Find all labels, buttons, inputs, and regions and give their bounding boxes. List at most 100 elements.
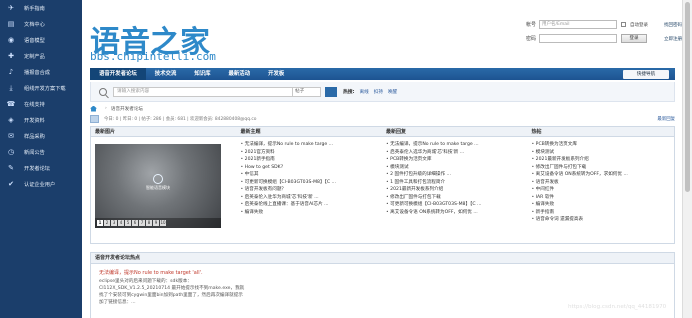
list-item[interactable]: 离艾设备令语 ON系统转为OFF，如何优 ... xyxy=(386,209,528,217)
account-input[interactable]: 用户名/Email xyxy=(539,20,617,29)
latest-image-slide[interactable]: 智能语音模块 1 2 3 4 5 6 7 8 9 10 xyxy=(95,144,221,228)
hot-search-link[interactable]: 扣持 xyxy=(374,89,383,95)
thread-title-link[interactable]: 无法编译，提示No rule to make target 'all'. xyxy=(91,264,674,278)
list-item[interactable]: 语音开发板 xyxy=(532,179,675,187)
pager-item[interactable]: 8 xyxy=(146,220,152,226)
latest-replies-link[interactable]: 最新回复 xyxy=(657,116,675,122)
pager-item[interactable]: 3 xyxy=(111,220,117,226)
document-icon: ▤ xyxy=(7,20,15,28)
sidebar-item-dev-docs[interactable]: ◈ 开发资料 xyxy=(0,112,82,128)
list-item[interactable]: 可更新可换模组【CI-B03GT03S-M8】【C ... xyxy=(241,179,383,187)
list-item[interactable]: 离艾设备令语 ON系统转为OFF，求如何优 ... xyxy=(532,171,675,179)
latest-replies-list: 无法编译，提示No rule to make targe ... 启英泰伦入选华… xyxy=(382,137,528,243)
list-item[interactable]: 新手指南 xyxy=(532,209,675,217)
list-item[interactable]: 语音命令词 遗漏提高表 xyxy=(532,216,675,224)
pager-item[interactable]: 9 xyxy=(153,220,159,226)
tab-forum[interactable]: 语音开发者论坛 xyxy=(90,68,146,80)
register-link[interactable]: 立即注册 xyxy=(664,36,682,42)
sidebar-item-label: 新闻公告 xyxy=(24,149,45,156)
pager-item[interactable]: 10 xyxy=(160,220,166,226)
list-item[interactable]: 无法编译，提示No rule to make targe ... xyxy=(241,141,383,149)
list-item[interactable]: 启英泰伦入选华为商城'芯'科技'新 ... xyxy=(386,149,528,157)
account-label: 帐号 xyxy=(526,22,537,28)
hot-search-link[interactable]: 唤醒 xyxy=(388,89,397,95)
sidebar-item-news[interactable]: ◷ 新闻公告 xyxy=(0,144,82,160)
pager-item[interactable]: 5 xyxy=(125,220,131,226)
hot-search-label: 热搜: xyxy=(343,90,355,95)
pager-item[interactable]: 1 xyxy=(97,220,103,226)
tab-events[interactable]: 最新活动 xyxy=(220,68,260,80)
sidebar-item-custom[interactable]: ✚ 定制产品 xyxy=(0,48,82,64)
list-item[interactable]: 中信其 xyxy=(241,171,383,179)
sidebar-item-label: 开发资料 xyxy=(24,117,45,124)
main-content: 语音之家 bbs.chipintelli.com 帐号 用户名/Email 自动… xyxy=(82,0,682,318)
scrollbar-thumb[interactable] xyxy=(685,2,690,192)
home-icon[interactable] xyxy=(90,105,97,112)
list-item[interactable]: 2021官方资料 xyxy=(241,149,383,157)
list-item[interactable]: 修改出厂固件与打包下载 xyxy=(532,164,675,172)
quick-nav-button[interactable]: 快捷导航 xyxy=(623,69,669,79)
thread-excerpt-line: CI112X_SDK_V1.2.5_20210714 最开始提示找不到make.… xyxy=(99,286,245,291)
search-bar: 请输入搜索内容 帖子 热搜: 离线 扣持 唤醒 xyxy=(90,82,675,102)
sidebar-item-label: 在线支持 xyxy=(24,101,45,108)
list-item[interactable]: 2021最新开发板系列介绍 xyxy=(532,156,675,164)
list-item[interactable]: 2021新手指南 xyxy=(241,156,383,164)
list-item[interactable]: 1 固件工具和打包流程简介 xyxy=(386,179,528,187)
model-icon: ◉ xyxy=(7,36,15,44)
list-item[interactable]: 编译失败 xyxy=(241,209,383,217)
sidebar-item-enterprise[interactable]: ✔ 认证企业用户 xyxy=(0,176,82,192)
list-item[interactable]: 启英泰伦入驻华为商城'芯'科技'新 ... xyxy=(241,194,383,202)
vertical-scrollbar[interactable] xyxy=(682,0,692,318)
breadcrumb-separator: › xyxy=(105,106,107,111)
search-icon xyxy=(99,87,107,96)
password-label: 密码 xyxy=(526,36,537,42)
tab-devboard[interactable]: 开发板 xyxy=(259,68,293,80)
list-item[interactable]: How to get SDK? xyxy=(241,164,383,172)
plane-icon: ✈ xyxy=(8,4,14,12)
list-item[interactable]: 启英泰伦线上直播课：基于语音AI芯片 ... xyxy=(241,201,383,209)
pager-item[interactable]: 2 xyxy=(104,220,110,226)
login-button[interactable]: 登录 xyxy=(621,34,647,43)
list-item[interactable]: 无法编译，提示No rule to make targe ... xyxy=(386,141,528,149)
sidebar-item-voice-model[interactable]: ◉ 语音模型 xyxy=(0,32,82,48)
main-nav: 语音开发者论坛 技术交流 知识库 最新活动 开发板 快捷导航 xyxy=(90,68,675,80)
list-item[interactable]: PCB转换为活页文库 xyxy=(386,156,528,164)
diamond-icon: ◈ xyxy=(8,116,14,124)
list-item[interactable]: IAR 软件 xyxy=(532,194,675,202)
download-icon: ⤓ xyxy=(9,84,13,92)
search-input[interactable]: 请输入搜索内容 xyxy=(113,86,293,97)
sidebar-item-download[interactable]: ⤓ 组线开发方案下载 xyxy=(0,80,82,96)
sidebar-item-support[interactable]: ☎ 在线支持 xyxy=(0,96,82,112)
list-item[interactable]: 2021最新开发板系列介绍 xyxy=(386,186,528,194)
sidebar-item-label: 语音模型 xyxy=(24,37,45,44)
tab-tech[interactable]: 技术交流 xyxy=(146,68,186,80)
left-sidebar: ✈ 新手指南 ▤ 文档中心 ◉ 语音模型 ✚ 定制产品 ♪ 播报音合成 ⤓ 组线开发方案下载… xyxy=(0,0,82,318)
auto-login-checkbox[interactable] xyxy=(621,22,626,27)
list-item[interactable]: 编译失败 xyxy=(532,201,675,209)
login-box: 帐号 用户名/Email 自动登录 找回密码 密码 登录 立即注册 xyxy=(526,19,682,47)
list-item[interactable]: 2 固件打包升级的详细操作 ... xyxy=(386,171,528,179)
sidebar-item-forum[interactable]: ✎ 开发者论坛 xyxy=(0,160,82,176)
pager-item[interactable]: 4 xyxy=(118,220,124,226)
list-item[interactable]: 可更新可换模组【CI-B03GT03S-M8】【C ... xyxy=(386,201,528,209)
list-item[interactable]: 修改出厂固件与打包下载 xyxy=(386,194,528,202)
pager-item[interactable]: 6 xyxy=(132,220,138,226)
list-item[interactable]: 中间红件 xyxy=(532,186,675,194)
sidebar-item-tts[interactable]: ♪ 播报音合成 xyxy=(0,64,82,80)
sidebar-item-docs[interactable]: ▤ 文档中心 xyxy=(0,16,82,32)
search-scope-select[interactable]: 帖子 xyxy=(293,86,321,97)
sidebar-item-guide[interactable]: ✈ 新手指南 xyxy=(0,0,82,16)
list-item[interactable]: 模块测试 xyxy=(532,149,675,157)
forgot-password-link[interactable]: 找回密码 xyxy=(664,22,682,28)
search-button[interactable] xyxy=(325,86,337,97)
tab-knowledge[interactable]: 知识库 xyxy=(185,68,219,80)
list-item[interactable]: 语音开发板有问题？ xyxy=(241,186,383,194)
list-item[interactable]: 模块测试 xyxy=(386,164,528,172)
breadcrumb-current[interactable]: 语音开发者论坛 xyxy=(111,106,143,112)
list-item[interactable]: PCB转换为活页文库 xyxy=(532,141,675,149)
sidebar-item-label: 播报音合成 xyxy=(24,69,50,76)
hot-search-link[interactable]: 离线 xyxy=(360,89,369,95)
password-input[interactable] xyxy=(539,34,617,43)
sidebar-item-samples[interactable]: ✉ 样品采购 xyxy=(0,128,82,144)
pager-item[interactable]: 7 xyxy=(139,220,145,226)
